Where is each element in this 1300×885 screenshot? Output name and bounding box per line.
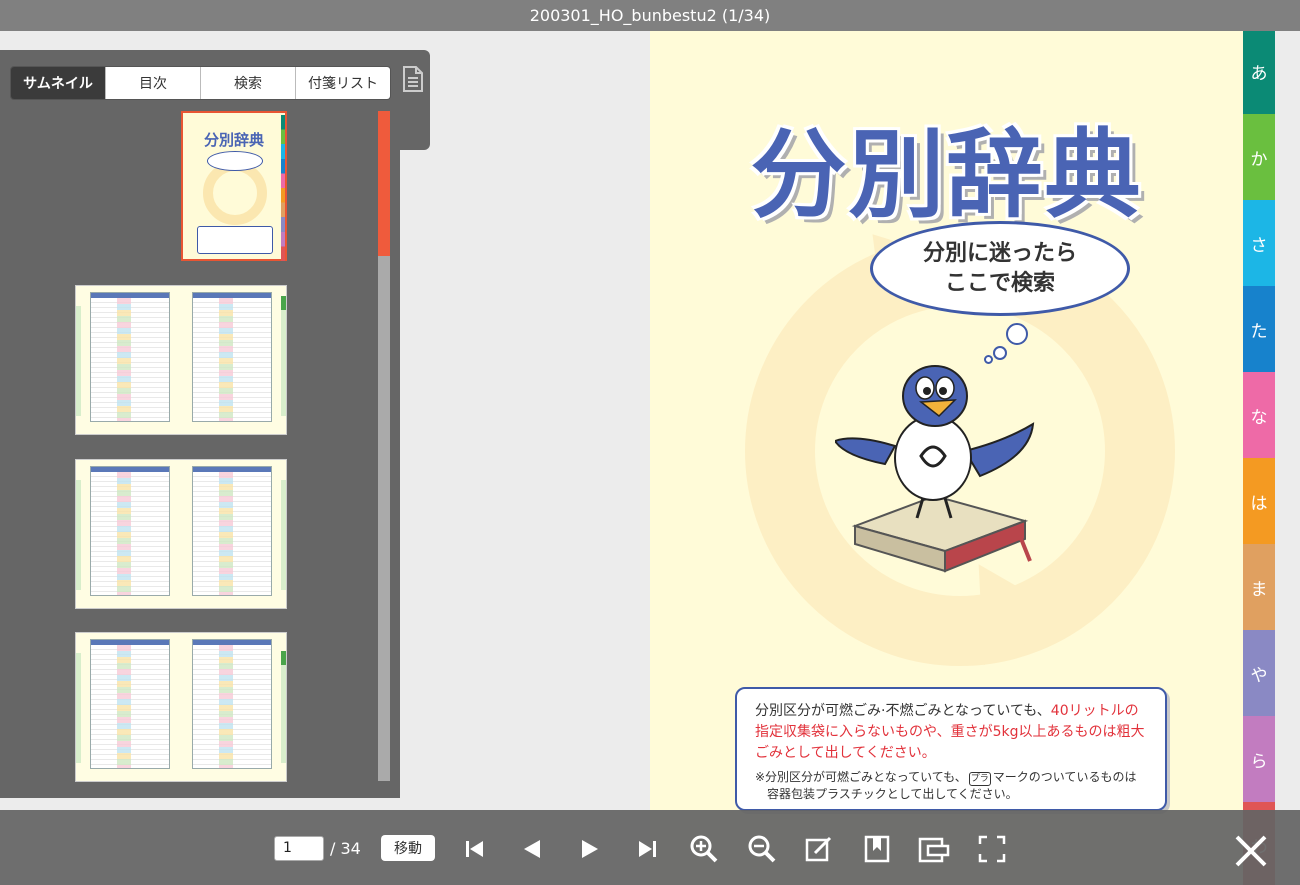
first-page-button[interactable] [458,832,492,866]
index-tab-ra[interactable]: ら [1243,716,1275,802]
last-page-icon [639,841,656,857]
page-tab-marker [281,651,286,665]
thumb-page [192,639,272,769]
last-page-button[interactable] [630,832,664,866]
fullscreen-icon [978,835,1006,863]
bubble-line: ここで検索 [944,270,1055,296]
panel-tab-bar: サムネイル 目次 検索 付箋リスト [10,66,391,100]
next-page-button[interactable] [573,832,607,866]
thumbnail-page-2-3[interactable] [75,285,287,435]
page-edge [76,653,81,763]
page-total: / 34 [330,839,361,858]
thumbnail-page-4-5[interactable] [75,459,287,609]
bubble-line: 分別に迷ったら [922,240,1077,266]
notice-sub: マークのついているものは [992,770,1137,784]
zoom-out-button[interactable] [745,832,779,866]
page-tab-marker [281,296,286,310]
cover-notice [197,226,273,254]
bird-on-book-illustration [835,365,1035,573]
index-tab-ka[interactable]: か [1243,114,1275,200]
zoom-in-icon [690,835,718,863]
annotate-button[interactable] [802,832,836,866]
index-tab-ma[interactable]: ま [1243,544,1275,630]
zoom-in-button[interactable] [687,832,721,866]
page-edge [76,306,81,416]
notice-text: 分別区分が可燃ごみ·不燃ごみとなっていても、 [755,703,1051,719]
bookmark-button[interactable] [860,832,894,866]
thumb-page [90,639,170,769]
document-icon[interactable] [402,66,424,92]
index-tab-ha[interactable]: は [1243,458,1275,544]
thumbnail-scroll-thumb[interactable] [378,111,390,256]
thumb-page [90,466,170,596]
bottom-toolbar: 1 / 34 移動 [0,810,1300,885]
cover-bubble [207,151,263,171]
cover-thumb-title: 分別辞典 [203,131,264,149]
zoom-out-icon [748,835,776,863]
page-edge [76,480,81,590]
page-title: 分別辞典 [750,119,1143,231]
index-tab-ta[interactable]: た [1243,286,1275,372]
bookmark-icon [864,835,890,863]
thumb-page [192,292,272,422]
page-edge [281,653,286,763]
fullscreen-button[interactable] [975,832,1009,866]
edit-note-icon [805,836,832,862]
tab-thumbnails[interactable]: サムネイル [11,67,105,99]
index-tabs: あ か さ た な は ま や ら わ [1243,14,1275,885]
next-page-icon [582,840,598,858]
index-tab-sa[interactable]: さ [1243,200,1275,286]
speech-bubble: 分別に迷ったら ここで検索 [870,221,1130,316]
window-title: 200301_HO_bunbestu2 (1/34) [0,0,1300,31]
tab-contents[interactable]: 目次 [105,67,200,99]
previous-page-button[interactable] [515,832,549,866]
index-tab-a[interactable]: あ [1243,28,1275,114]
share-button[interactable] [917,832,951,866]
close-icon[interactable] [1232,832,1270,870]
first-page-icon [466,841,483,857]
thumb-page [192,466,272,596]
thought-dot [1006,323,1028,345]
go-to-page-button[interactable]: 移動 [381,835,435,861]
disposal-notice: 分別区分が可燃ごみ·不燃ごみとなっていても、40リットルの指定収集袋に入らないも… [735,687,1167,811]
thumbnail-page-1[interactable]: 分別辞典 [181,111,287,261]
thumb-page [90,292,170,422]
previous-page-icon [524,840,540,858]
plastic-mark-icon: プラ [968,772,991,786]
document-page: 分別辞典 分別に迷ったら ここで検索 分別区分が可燃ごみ·不燃ごみとなっていても… [650,31,1243,885]
index-tab-na[interactable]: な [1243,372,1275,458]
notice-sub: 容器包装プラスチックとして出してください。 [767,787,1018,801]
index-tab-ya[interactable]: や [1243,630,1275,716]
tab-search[interactable]: 検索 [200,67,295,99]
tab-sticky-list[interactable]: 付箋リスト [295,67,390,99]
cover-tab-strip [281,115,285,261]
notice-sub: ※分別区分が可燃ごみとなっていても、 [755,770,967,784]
page-edge [281,306,286,416]
share-icon [918,837,950,863]
page-number-input[interactable]: 1 [274,836,324,861]
page-edge [281,480,286,590]
thumbnail-page-6-7[interactable] [75,632,287,782]
